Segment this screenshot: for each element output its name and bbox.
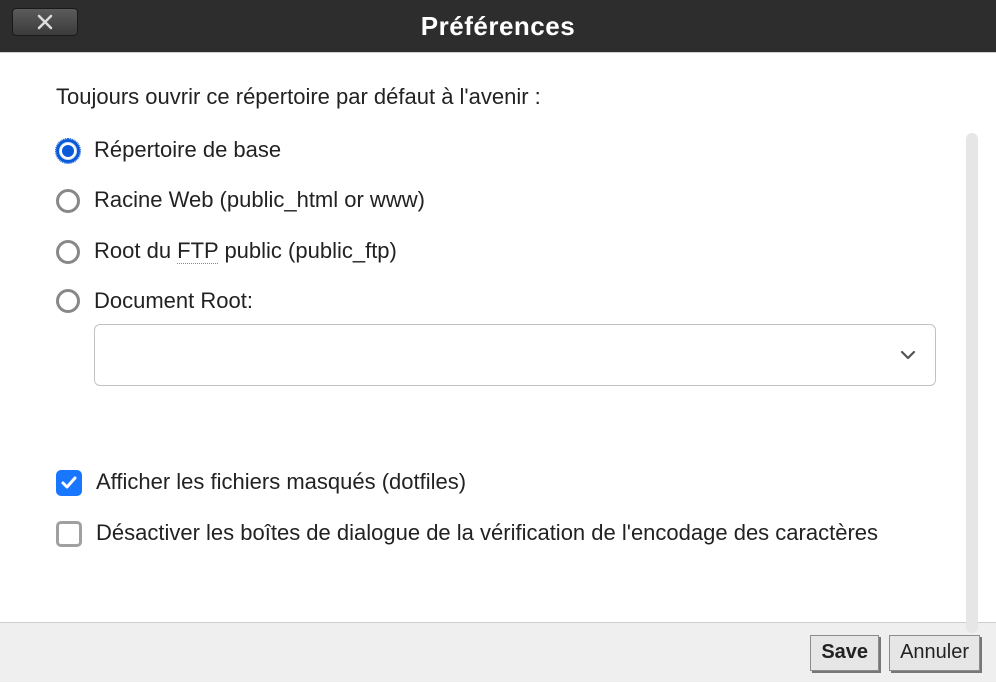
check-icon bbox=[60, 474, 78, 492]
cancel-button[interactable]: Annuler bbox=[889, 635, 980, 671]
checkbox-label-dotfiles: Afficher les fichiers masqués (dotfiles) bbox=[96, 468, 946, 497]
preferences-form: Toujours ouvrir ce répertoire par défaut… bbox=[0, 53, 996, 622]
radio-option-docroot[interactable]: Document Root: bbox=[56, 287, 946, 386]
footer: Save Annuler bbox=[0, 622, 996, 682]
radio-label-ftp: Root du FTP public (public_ftp) bbox=[94, 237, 946, 266]
chevron-down-icon bbox=[899, 346, 917, 364]
radio-label-base: Répertoire de base bbox=[94, 136, 946, 165]
ftp-abbr: FTP bbox=[177, 238, 218, 264]
checkbox-option-dotfiles[interactable]: Afficher les fichiers masqués (dotfiles) bbox=[56, 468, 946, 497]
radio-label-docroot: Document Root: bbox=[94, 287, 946, 316]
spacer bbox=[56, 408, 946, 468]
checkbox-label-encoding: Désactiver les boîtes de dialogue de la … bbox=[96, 519, 946, 548]
radio-label-webroot: Racine Web (public_html or www) bbox=[94, 186, 946, 215]
intro-text: Toujours ouvrir ce répertoire par défaut… bbox=[56, 83, 946, 112]
close-icon bbox=[37, 14, 53, 30]
radio-input-webroot[interactable] bbox=[56, 189, 80, 213]
scrollbar[interactable] bbox=[966, 133, 978, 633]
checkbox-input-dotfiles[interactable] bbox=[56, 470, 82, 496]
save-button[interactable]: Save bbox=[810, 635, 879, 671]
radio-input-docroot[interactable] bbox=[56, 289, 80, 313]
radio-option-ftp[interactable]: Root du FTP public (public_ftp) bbox=[56, 237, 946, 266]
docroot-select[interactable] bbox=[94, 324, 936, 386]
radio-option-base[interactable]: Répertoire de base bbox=[56, 136, 946, 165]
close-button[interactable] bbox=[12, 8, 78, 36]
checkbox-option-encoding[interactable]: Désactiver les boîtes de dialogue de la … bbox=[56, 519, 946, 548]
checkbox-input-encoding[interactable] bbox=[56, 521, 82, 547]
dialog-title: Préférences bbox=[0, 11, 996, 42]
content-area: Toujours ouvrir ce répertoire par défaut… bbox=[0, 52, 996, 622]
radio-input-ftp[interactable] bbox=[56, 240, 80, 264]
ftp-prefix: Root du bbox=[94, 238, 177, 263]
titlebar: Préférences bbox=[0, 0, 996, 52]
radio-option-webroot[interactable]: Racine Web (public_html or www) bbox=[56, 186, 946, 215]
ftp-suffix: public (public_ftp) bbox=[218, 238, 397, 263]
radio-input-base[interactable] bbox=[56, 139, 80, 163]
